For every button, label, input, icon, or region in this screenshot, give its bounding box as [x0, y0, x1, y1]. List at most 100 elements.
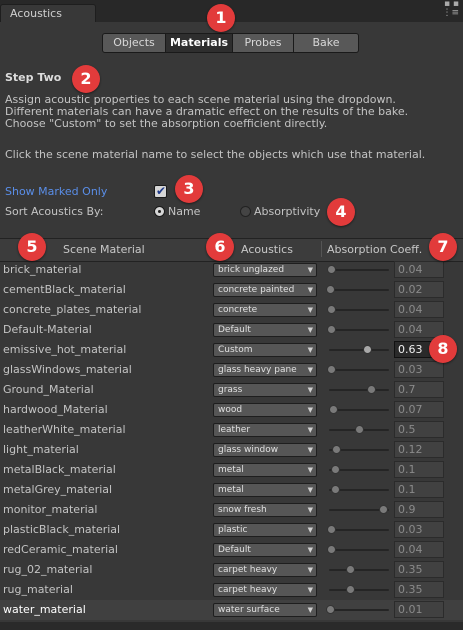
acoustics-dropdown-value: brick unglazed [218, 265, 285, 275]
sort-by-absorptivity-radio[interactable] [240, 206, 251, 217]
acoustics-dropdown[interactable]: plastic ▼ [213, 523, 317, 537]
acoustics-dropdown[interactable]: metal ▼ [213, 483, 317, 497]
sort-by-absorptivity-label: Absorptivity [254, 205, 321, 218]
dropdown-arrow-icon: ▼ [307, 586, 313, 594]
tab-probes[interactable]: Probes [233, 33, 294, 53]
dropdown-arrow-icon: ▼ [307, 426, 313, 434]
coeff-slider-track[interactable] [329, 349, 389, 351]
window-tab-acoustics[interactable]: Acoustics [0, 4, 96, 22]
show-marked-checkbox[interactable]: ✔ [154, 184, 167, 198]
acoustics-dropdown[interactable]: concrete ▼ [213, 303, 317, 317]
material-name-link[interactable]: monitor_material [3, 503, 97, 516]
table-row: plasticBlack_material plastic ▼ 0.03 [0, 520, 463, 540]
dropdown-arrow-icon: ▼ [307, 326, 313, 334]
acoustics-dropdown[interactable]: Custom ▼ [213, 343, 317, 357]
header-scene-material[interactable]: Scene Material [63, 243, 145, 256]
acoustics-dropdown[interactable]: carpet heavy ▼ [213, 563, 317, 577]
annotation-badge: 1 [207, 4, 235, 32]
description-line: Choose "Custom" to set the absorption co… [5, 117, 328, 130]
coeff-value-field: 0.04 [394, 301, 444, 318]
acoustics-dropdown[interactable]: glass heavy pane ▼ [213, 363, 317, 377]
material-name-link[interactable]: Default-Material [3, 323, 92, 336]
coeff-slider-track [329, 369, 389, 371]
coeff-value-field: 0.03 [394, 361, 444, 378]
material-name-link[interactable]: cementBlack_material [3, 283, 126, 296]
annotation-badge: 3 [175, 175, 203, 203]
material-name-link[interactable]: emissive_hot_material [3, 343, 126, 356]
acoustics-dropdown[interactable]: concrete painted ▼ [213, 283, 317, 297]
coeff-value-field: 0.35 [394, 581, 444, 598]
material-name-link[interactable]: rug_material [3, 583, 73, 596]
annotation-badge: 6 [206, 233, 234, 261]
coeff-slider-thumb [332, 445, 342, 454]
material-name-link[interactable]: light_material [3, 443, 79, 456]
material-name-link[interactable]: redCeramic_material [3, 543, 118, 556]
dropdown-arrow-icon: ▼ [307, 566, 313, 574]
header-acoustics[interactable]: Acoustics [241, 243, 293, 256]
table-row: metalGrey_material metal ▼ 0.1 [0, 480, 463, 500]
annotation-badge: 5 [18, 233, 46, 261]
coeff-slider-thumb [326, 365, 336, 374]
tab-bake[interactable]: Bake [294, 33, 359, 53]
acoustics-dropdown-value: metal [218, 485, 244, 495]
description: Assign acoustic properties to each scene… [5, 94, 455, 130]
acoustics-dropdown-value: concrete [218, 305, 258, 315]
coeff-slider-track [329, 569, 389, 571]
acoustics-dropdown[interactable]: carpet heavy ▼ [213, 583, 317, 597]
coeff-slider-thumb [326, 285, 336, 294]
dropdown-arrow-icon: ▼ [307, 446, 313, 454]
table-row: rug_material carpet heavy ▼ 0.35 [0, 580, 463, 600]
acoustics-dropdown[interactable]: snow fresh ▼ [213, 503, 317, 517]
acoustics-dropdown[interactable]: metal ▼ [213, 463, 317, 477]
coeff-slider-thumb [327, 305, 337, 314]
acoustics-dropdown[interactable]: glass window ▼ [213, 443, 317, 457]
acoustics-dropdown[interactable]: Default ▼ [213, 543, 317, 557]
sort-label: Sort Acoustics By: [5, 205, 104, 218]
material-name-link[interactable]: concrete_plates_material [3, 303, 141, 316]
coeff-slider-thumb [346, 565, 355, 574]
dropdown-arrow-icon: ▼ [307, 366, 313, 374]
acoustics-dropdown-value: wood [218, 405, 243, 415]
sort-by-name-radio[interactable] [154, 206, 165, 217]
coeff-slider-track [329, 589, 389, 591]
coeff-slider-track [329, 289, 389, 291]
material-name-link[interactable]: plasticBlack_material [3, 523, 120, 536]
coeff-slider-track [329, 549, 389, 551]
table-row: cementBlack_material concrete painted ▼ 0.0… [0, 280, 463, 300]
coeff-slider-track [329, 269, 389, 271]
material-name-link[interactable]: brick_material [3, 263, 81, 276]
material-name-link[interactable]: Ground_Material [3, 383, 94, 396]
coeff-slider-thumb [327, 545, 337, 554]
coeff-slider-track [329, 389, 389, 391]
material-name-link[interactable]: hardwood_Material [3, 403, 108, 416]
material-name-link[interactable]: water_material [3, 603, 86, 616]
material-name-link[interactable]: metalBlack_material [3, 463, 116, 476]
table-row: metalBlack_material metal ▼ 0.1 [0, 460, 463, 480]
coeff-slider-thumb [331, 485, 340, 494]
tab-materials[interactable]: Materials [166, 33, 233, 53]
window-tab-title: Acoustics [10, 7, 62, 20]
header-absorption-coeff[interactable]: Absorption Coeff. [327, 243, 422, 256]
annotation-badge: 8 [429, 335, 457, 363]
checkmark-icon: ✔ [156, 184, 167, 198]
dropdown-arrow-icon: ▼ [307, 506, 313, 514]
acoustics-dropdown-value: glass window [218, 445, 279, 455]
acoustics-dropdown[interactable]: brick unglazed ▼ [213, 263, 317, 277]
kebab-menu-icon[interactable]: ▪ ▪ ⋮≡ [442, 0, 459, 18]
material-name-link[interactable]: glassWindows_material [3, 363, 132, 376]
coeff-slider-thumb[interactable] [362, 345, 372, 354]
coeff-value-field: 0.7 [394, 381, 444, 398]
table-row: monitor_material snow fresh ▼ 0.9 [0, 500, 463, 520]
acoustics-dropdown-value: metal [218, 465, 244, 475]
material-name-link[interactable]: leatherWhite_material [3, 423, 126, 436]
material-name-link[interactable]: rug_02_material [3, 563, 92, 576]
acoustics-dropdown[interactable]: water surface ▼ [213, 603, 317, 617]
acoustics-dropdown-value: Default [218, 325, 251, 335]
acoustics-dropdown[interactable]: leather ▼ [213, 423, 317, 437]
table-row: redCeramic_material Default ▼ 0.04 [0, 540, 463, 560]
acoustics-dropdown[interactable]: Default ▼ [213, 323, 317, 337]
tab-objects[interactable]: Objects [102, 33, 166, 53]
acoustics-dropdown[interactable]: grass ▼ [213, 383, 317, 397]
acoustics-dropdown[interactable]: wood ▼ [213, 403, 317, 417]
material-name-link[interactable]: metalGrey_material [3, 483, 112, 496]
